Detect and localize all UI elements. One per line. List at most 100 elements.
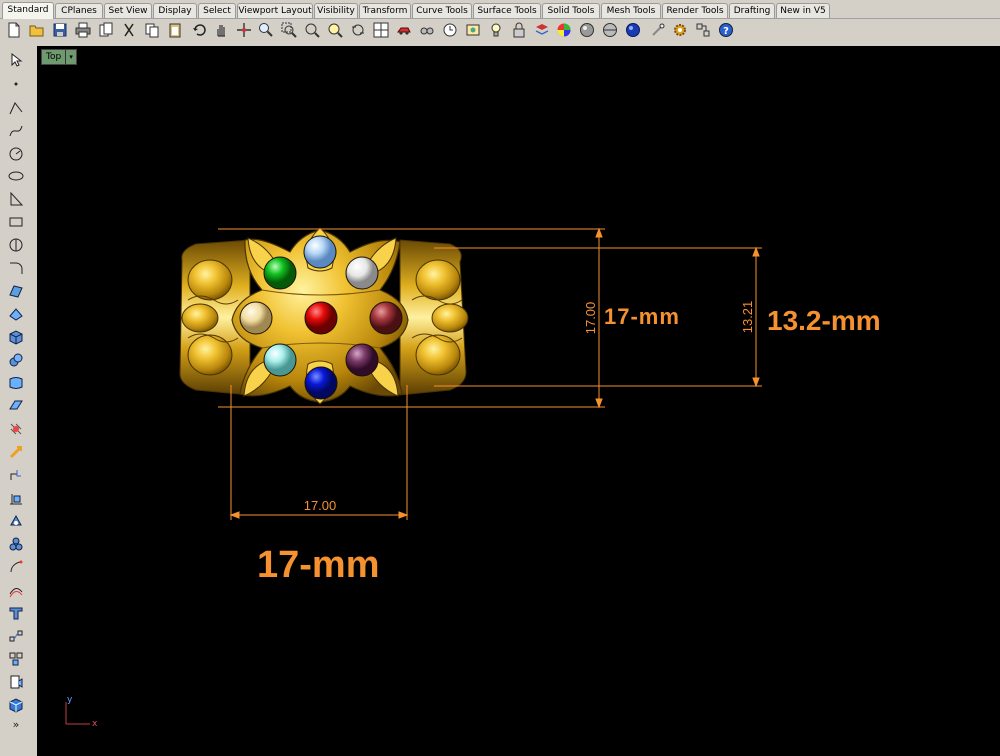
blend-curve-icon[interactable] xyxy=(6,557,26,577)
array-icon[interactable] xyxy=(6,534,26,554)
save-icon[interactable] xyxy=(50,20,70,40)
toolbar-tab-bar: Standard CPlanes Set View Display Select… xyxy=(0,0,1000,19)
zoom-window-icon[interactable] xyxy=(279,20,299,40)
height-dimension-value: 17.00 xyxy=(583,302,598,335)
viewport-grid-icon[interactable] xyxy=(371,20,391,40)
move-cross-icon[interactable] xyxy=(234,20,254,40)
loft-icon[interactable] xyxy=(6,373,26,393)
clock-icon[interactable] xyxy=(440,20,460,40)
tab-solid-tools[interactable]: Solid Tools xyxy=(542,3,600,18)
width-dimension-value: 17.00 xyxy=(304,498,337,513)
circle-icon[interactable] xyxy=(6,144,26,164)
tab-drafting[interactable]: Drafting xyxy=(729,3,775,18)
copy-icon[interactable] xyxy=(142,20,162,40)
rotate-view-icon[interactable] xyxy=(348,20,368,40)
zoom-selected-icon[interactable] xyxy=(325,20,345,40)
gem-light-blue xyxy=(303,235,337,269)
toolbar-layout-icon[interactable] xyxy=(693,20,713,40)
arc-icon[interactable] xyxy=(6,189,26,209)
viewport-title-tab[interactable]: Top ▾ xyxy=(41,49,78,65)
mesh-icon[interactable] xyxy=(6,419,26,439)
standard-toolbar: ? xyxy=(0,19,1000,43)
gem-garnet xyxy=(369,301,403,335)
gear-icon[interactable] xyxy=(670,20,690,40)
tab-new-in-v5[interactable]: New in V5 xyxy=(776,3,830,18)
tab-transform[interactable]: Transform xyxy=(359,3,411,18)
fillet-icon[interactable] xyxy=(6,258,26,278)
tab-curve-tools[interactable]: Curve Tools xyxy=(412,3,472,18)
render-box-icon[interactable] xyxy=(6,695,26,715)
tab-display[interactable]: Display xyxy=(153,3,197,18)
undo-icon[interactable] xyxy=(190,20,210,40)
tab-select[interactable]: Select xyxy=(198,3,236,18)
layer-icon[interactable] xyxy=(532,20,552,40)
tab-cplanes[interactable]: CPlanes xyxy=(55,3,103,18)
gem-green xyxy=(263,256,297,290)
main-sidebar-toolbar: » xyxy=(0,46,35,756)
car-icon[interactable] xyxy=(394,20,414,40)
sphere-icon[interactable] xyxy=(6,350,26,370)
gem-amethyst xyxy=(345,343,379,377)
bottom-dimension-label: 17-mm xyxy=(257,544,380,586)
polyline-icon[interactable] xyxy=(6,98,26,118)
svg-text:?: ? xyxy=(723,26,729,37)
zoom-extents-icon[interactable] xyxy=(302,20,322,40)
open-folder-icon[interactable] xyxy=(27,20,47,40)
point-icon[interactable] xyxy=(6,74,26,94)
cut-icon[interactable] xyxy=(119,20,139,40)
offset-curve-icon[interactable] xyxy=(6,580,26,600)
transform-icon[interactable] xyxy=(6,465,26,485)
gem-aquamarine xyxy=(263,343,297,377)
print-icon[interactable] xyxy=(73,20,93,40)
box-icon[interactable] xyxy=(6,327,26,347)
tab-mesh-tools[interactable]: Mesh Tools xyxy=(601,3,661,18)
color-wheel-icon[interactable] xyxy=(554,20,574,40)
named-view-icon[interactable] xyxy=(417,20,437,40)
sidebar-more-button[interactable]: » xyxy=(6,714,26,734)
top-viewport[interactable]: 17.00 17.00 13.21 y x 17-mm 13.2-mm 17-m… xyxy=(37,46,1000,756)
boolean-icon[interactable] xyxy=(6,511,26,531)
copy-doc-icon[interactable] xyxy=(96,20,116,40)
group-icon[interactable] xyxy=(6,649,26,669)
analyze-icon[interactable] xyxy=(6,672,26,692)
options-icon[interactable] xyxy=(648,20,668,40)
select-arrow-icon[interactable] xyxy=(6,50,26,70)
axis-x-label: x xyxy=(92,719,98,729)
pan-hand-icon[interactable] xyxy=(211,20,231,40)
inner-height-dimension-value: 13.21 xyxy=(740,301,755,334)
paste-icon[interactable] xyxy=(165,20,185,40)
tab-viewport-layout[interactable]: Viewport Layout xyxy=(237,3,313,18)
viewport-title[interactable]: Top xyxy=(42,52,65,62)
dimension-icon[interactable] xyxy=(6,626,26,646)
light-bulb-icon[interactable] xyxy=(486,20,506,40)
curve-icon[interactable] xyxy=(6,121,26,141)
polygon-icon[interactable] xyxy=(6,235,26,255)
tab-set-view[interactable]: Set View xyxy=(104,3,152,18)
help-icon[interactable]: ? xyxy=(716,20,736,40)
axis-y-label: y xyxy=(67,695,73,705)
text-object-icon[interactable] xyxy=(6,603,26,623)
snapshot-icon[interactable] xyxy=(463,20,483,40)
zoom-icon[interactable] xyxy=(256,20,276,40)
new-file-icon[interactable] xyxy=(4,20,24,40)
tab-visibility[interactable]: Visibility xyxy=(314,3,358,18)
lock-icon[interactable] xyxy=(509,20,529,40)
tab-standard[interactable]: Standard xyxy=(2,2,54,19)
gem-red xyxy=(304,301,338,335)
shaded-sphere-icon[interactable] xyxy=(600,20,620,40)
render-blue-sphere-icon[interactable] xyxy=(623,20,643,40)
render-sphere-icon[interactable] xyxy=(577,20,597,40)
plane-surface-icon[interactable] xyxy=(6,396,26,416)
gem-blue xyxy=(304,366,338,400)
move-gumball-icon[interactable] xyxy=(6,442,26,462)
align-icon[interactable] xyxy=(6,488,26,508)
tab-surface-tools[interactable]: Surface Tools xyxy=(473,3,541,18)
viewport-canvas: 17.00 17.00 13.21 y x xyxy=(65,227,762,729)
rectangle-icon[interactable] xyxy=(6,212,26,232)
viewport-menu-icon[interactable]: ▾ xyxy=(65,50,76,64)
tab-render-tools[interactable]: Render Tools xyxy=(662,3,728,18)
ellipse-icon[interactable] xyxy=(6,166,26,186)
gem-white xyxy=(345,256,379,290)
extrude-icon[interactable] xyxy=(6,304,26,324)
surface-corner-icon[interactable] xyxy=(6,281,26,301)
